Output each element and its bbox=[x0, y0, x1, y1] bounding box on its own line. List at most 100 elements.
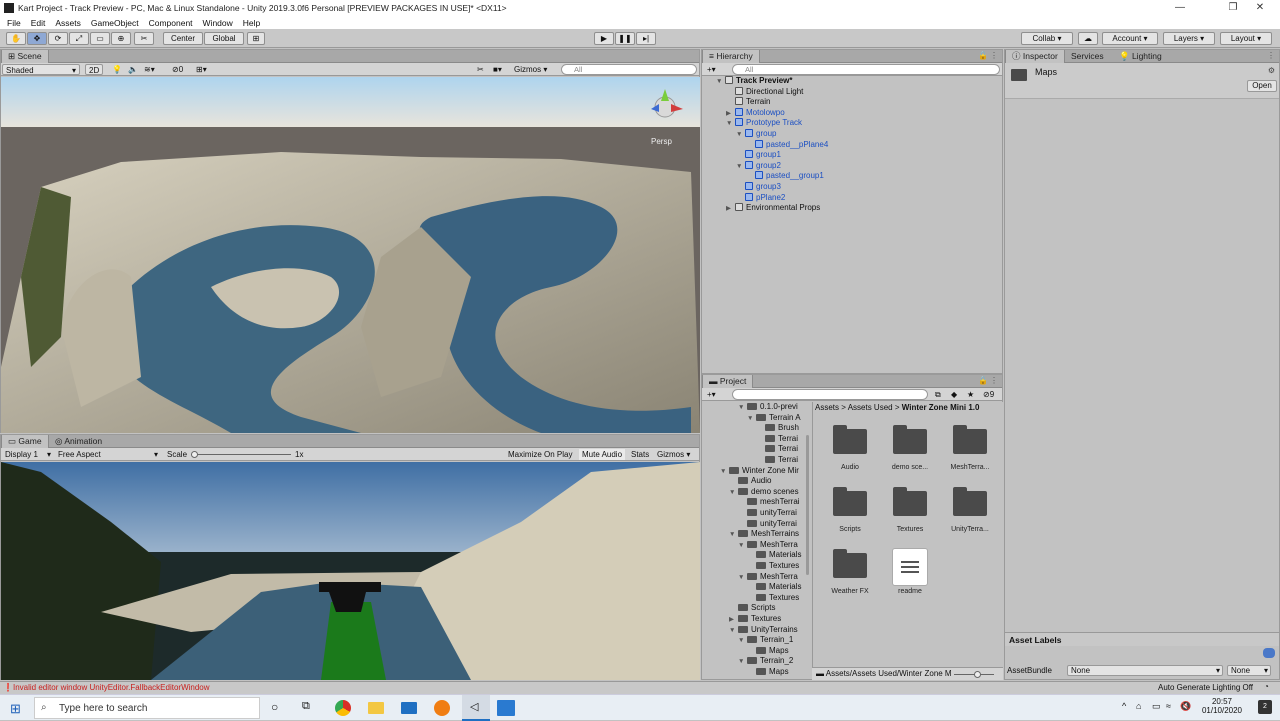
notification-center-icon[interactable]: 2 bbox=[1258, 700, 1272, 714]
folder-tree-item[interactable]: Scripts bbox=[702, 603, 806, 614]
folder-tree-item[interactable]: ▼ MeshTerra bbox=[702, 540, 806, 551]
expand-arrow-icon[interactable]: ▼ bbox=[747, 414, 756, 424]
unity-taskbar-button[interactable]: ◁ bbox=[462, 695, 490, 721]
breadcrumb-assets-used[interactable]: Assets Used bbox=[848, 403, 893, 412]
project-menu-icon[interactable]: ⋮ bbox=[990, 376, 998, 385]
scene-viewport[interactable]: Persp bbox=[1, 77, 700, 433]
cortana-icon[interactable]: ○ bbox=[271, 700, 278, 714]
asset-item[interactable]: readme bbox=[880, 548, 940, 604]
menu-window[interactable]: Window bbox=[198, 18, 238, 28]
breadcrumb-winter-zone[interactable]: Winter Zone Mini 1.0 bbox=[902, 403, 980, 412]
open-button[interactable]: Open bbox=[1247, 80, 1277, 92]
effects-toggle-icon[interactable]: ≋▾ bbox=[141, 64, 158, 75]
folder-tree-item[interactable]: Materials bbox=[702, 550, 806, 561]
folder-tree-item[interactable]: ▼ Terrain A bbox=[702, 413, 806, 424]
folder-tree-item[interactable]: unityTerrai bbox=[702, 519, 806, 530]
expand-arrow-icon[interactable]: ▼ bbox=[720, 467, 729, 477]
asset-item[interactable]: MeshTerra... bbox=[940, 424, 1000, 480]
asset-item[interactable]: demo sce... bbox=[880, 424, 940, 480]
hierarchy-item[interactable]: ▶ Environmental Props bbox=[702, 203, 820, 214]
asset-item[interactable]: Audio bbox=[820, 424, 880, 480]
menu-edit[interactable]: Edit bbox=[26, 18, 51, 28]
asset-bundle-dropdown[interactable]: None ▾ bbox=[1067, 665, 1223, 676]
pane-menu-icon[interactable]: ⋮ bbox=[990, 51, 998, 60]
transform-tool-icon[interactable]: ⊕ bbox=[111, 32, 131, 45]
asset-bundle-variant-dropdown[interactable]: None ▾ bbox=[1227, 665, 1271, 676]
error-message[interactable]: Invalid editor window UnityEditor.Fallba… bbox=[13, 683, 210, 692]
icon-size-thumb[interactable] bbox=[974, 671, 981, 678]
windows-start-icon[interactable]: ⊞ bbox=[10, 701, 21, 717]
hierarchy-search-input[interactable]: All bbox=[732, 64, 1000, 75]
folder-tree-item[interactable]: Terrai bbox=[702, 455, 806, 466]
folder-tree-item[interactable]: ▼ MeshTerra bbox=[702, 572, 806, 583]
layout-dropdown[interactable]: Layout ▾ bbox=[1220, 32, 1272, 45]
hierarchy-item[interactable]: ▼ Track Preview* bbox=[702, 76, 792, 87]
tab-scene[interactable]: ⊞ Scene bbox=[1, 50, 49, 63]
close-button[interactable]: ✕ bbox=[1240, 0, 1280, 16]
create-dropdown-icon[interactable]: +▾ bbox=[704, 64, 719, 75]
minimize-button[interactable]: — bbox=[1160, 0, 1200, 16]
move-tool-icon[interactable]: ✥ bbox=[27, 32, 47, 45]
mail-icon[interactable] bbox=[401, 702, 417, 714]
blender-icon[interactable] bbox=[434, 700, 450, 716]
scale-tool-icon[interactable]: ⤢ bbox=[69, 32, 89, 45]
game-viewport[interactable] bbox=[1, 462, 700, 680]
folder-tree-item[interactable]: ▼ Terrain_2 bbox=[702, 656, 806, 667]
mode-2d-toggle[interactable]: 2D bbox=[85, 64, 103, 75]
expand-arrow-icon[interactable]: ▼ bbox=[729, 530, 738, 540]
tab-hierarchy[interactable]: ≡ Hierarchy bbox=[702, 50, 760, 63]
battery-icon[interactable]: ▭ bbox=[1152, 701, 1161, 712]
tab-project[interactable]: ▬ Project bbox=[702, 375, 754, 388]
collapse-arrow-icon[interactable]: ▶ bbox=[729, 615, 738, 625]
folder-tree-item[interactable]: Audio bbox=[702, 476, 806, 487]
hierarchy-item[interactable]: pPlane2 bbox=[702, 192, 785, 204]
chrome-icon[interactable] bbox=[335, 700, 351, 716]
expand-arrow-icon[interactable]: ▼ bbox=[738, 541, 747, 551]
folder-tree-item[interactable]: Materials bbox=[702, 582, 806, 593]
folder-tree-item[interactable]: ▼ Winter Zone Mir bbox=[702, 466, 806, 477]
pivot-center-button[interactable]: Center bbox=[163, 32, 203, 45]
folder-tree-item[interactable]: ▼ 0.1.0-previ bbox=[702, 402, 806, 413]
expand-arrow-icon[interactable]: ▼ bbox=[738, 657, 747, 667]
pivot-global-button[interactable]: Global bbox=[204, 32, 244, 45]
hierarchy-item[interactable]: ▶ Motolowpo bbox=[702, 107, 785, 119]
scale-slider-thumb[interactable] bbox=[191, 451, 198, 458]
asset-item[interactable]: Scripts bbox=[820, 486, 880, 542]
hierarchy-item[interactable]: group3 bbox=[702, 182, 781, 193]
scale-slider[interactable] bbox=[191, 454, 291, 455]
favorite-star-icon[interactable]: ★ bbox=[964, 389, 977, 400]
asset-item[interactable]: Textures bbox=[880, 486, 940, 542]
hierarchy-item[interactable]: ▼ group bbox=[702, 129, 776, 140]
filter-label-icon[interactable]: ◆ bbox=[948, 389, 960, 400]
tree-scrollbar[interactable] bbox=[806, 435, 809, 575]
project-lock-icon[interactable]: 🔒 bbox=[978, 376, 988, 385]
menu-component[interactable]: Component bbox=[144, 18, 198, 28]
menu-file[interactable]: File bbox=[2, 18, 26, 28]
hierarchy-item[interactable]: Directional Light bbox=[702, 86, 803, 98]
asset-item[interactable]: UnityTerra... bbox=[940, 486, 1000, 542]
hidden-objects-toggle[interactable]: ⊘0 bbox=[169, 64, 186, 75]
menu-assets[interactable]: Assets bbox=[50, 18, 86, 28]
tab-services[interactable]: Services bbox=[1065, 50, 1110, 63]
project-search-input[interactable] bbox=[732, 389, 928, 400]
hand-tool-icon[interactable]: ✋ bbox=[6, 32, 26, 45]
wifi-icon[interactable]: ≈ bbox=[1166, 701, 1171, 711]
gizmos-dropdown[interactable]: Gizmos ▾ bbox=[511, 64, 550, 75]
tab-game[interactable]: ▭ Game bbox=[1, 435, 49, 448]
persp-label[interactable]: Persp bbox=[651, 137, 672, 146]
collapse-arrow-icon[interactable]: ▶ bbox=[726, 204, 735, 215]
hidden-packages-toggle[interactable]: ⊘9 bbox=[980, 389, 997, 400]
lighting-toggle-icon[interactable]: 💡 bbox=[109, 64, 125, 75]
folder-tree-item[interactable]: ▼ Terrain_1 bbox=[702, 635, 806, 646]
folder-tree-item[interactable]: Terrai bbox=[702, 444, 806, 455]
grid-snap-icon[interactable]: ⊞ bbox=[247, 32, 265, 45]
stats-toggle[interactable]: Stats bbox=[628, 449, 652, 460]
maximize-on-play-toggle[interactable]: Maximize On Play bbox=[505, 449, 575, 460]
audio-toggle-icon[interactable]: 🔈 bbox=[125, 64, 141, 75]
folder-tree-item[interactable]: Textures bbox=[702, 593, 806, 604]
tab-inspector[interactable]: ⓘ Inspector bbox=[1005, 50, 1065, 63]
inspector-menu-icon[interactable]: ⋮ bbox=[1267, 51, 1275, 60]
account-dropdown[interactable]: Account ▾ bbox=[1102, 32, 1158, 45]
folder-tree-item[interactable]: ▼ UnityTerrains bbox=[702, 625, 806, 636]
hierarchy-item[interactable]: pasted__group1 bbox=[702, 171, 824, 182]
